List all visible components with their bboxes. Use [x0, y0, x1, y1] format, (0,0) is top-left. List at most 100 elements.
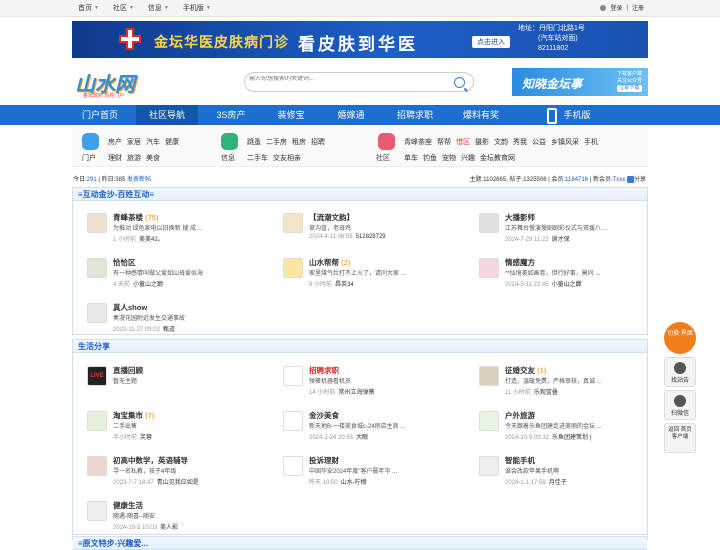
category-link[interactable]: 交友相亲	[273, 155, 301, 162]
forum-name[interactable]: 【流潮文韵】	[309, 213, 354, 222]
forum-item[interactable]: 大播影师 江苏舞台慢演慢剧剧彩仪式与双援八 ... 2024-7-29 11:22…	[465, 207, 650, 247]
section-title[interactable]: 生活分享	[73, 340, 647, 353]
forum-latest-post[interactable]: 江苏舞台慢演慢剧剧彩仪式与双援八 ...	[505, 223, 645, 232]
forum-item[interactable]: 青峰茶楼 (75) 为推动 绿色家电以旧换新 搜 成 ... 1 小时前 美美42。	[73, 207, 258, 247]
forum-last-user[interactable]: 谢才保	[552, 237, 570, 243]
forum-item[interactable]: 金沙美食 新天地B-一楼美食城c-24房店主商 ... 2024-2-24 20:…	[269, 405, 454, 445]
category-link[interactable]: 理财	[108, 155, 122, 162]
forum-icon[interactable]: LIVE	[87, 366, 107, 386]
forum-icon[interactable]	[87, 258, 107, 278]
forum-icon[interactable]	[87, 456, 107, 476]
category-link[interactable]: 二手车	[247, 155, 268, 162]
login-link[interactable]: 登录	[610, 3, 622, 12]
forum-last-user[interactable]: 512828729	[356, 234, 386, 240]
forum-latest-post[interactable]: 寻一名私教，孩子4年级	[113, 466, 253, 475]
forum-item[interactable]: 投诉理财 中国华安2024年度"客户晨年华 ... 昨天 10:50 山水-柠檬	[269, 450, 454, 490]
section-title[interactable]: ≡原文特步-兴趣爱...	[73, 537, 647, 550]
forum-item[interactable]: 初高中数学，英语辅导 寻一名私教，孩子4年级 2023-7-7 18:47 青山见我…	[73, 450, 258, 490]
forum-icon[interactable]	[479, 456, 499, 476]
category-link[interactable]: 摄影	[475, 139, 489, 146]
forum-latest-post[interactable]: 随遇-随喜--随安	[113, 511, 253, 520]
forum-latest-post[interactable]: 今天跟着乐鱼团建走进美丽的金坛 ...	[505, 421, 645, 430]
forum-icon[interactable]	[479, 213, 499, 233]
forum-last-user[interactable]: 山水-柠檬	[341, 480, 367, 486]
forum-name[interactable]: 真人show	[113, 303, 147, 312]
forum-item[interactable]: 户外旅游 今天跟着乐鱼团建走进美丽的金坛 ... 2024-10-9 09:32 乐…	[465, 405, 650, 445]
category-link[interactable]: 租房	[292, 139, 306, 146]
forum-last-user[interactable]: 昌英34	[335, 282, 354, 288]
share-link[interactable]: 分享	[634, 177, 646, 183]
forum-item[interactable]: LIVE 直播回顾 暂无主题	[73, 360, 258, 400]
search-icon[interactable]	[454, 77, 465, 88]
site-logo[interactable]: 山水网 金坛政府 百姓门户	[73, 68, 143, 102]
forum-icon[interactable]	[479, 258, 499, 278]
forum-latest-post[interactable]: 草沟蓝，老母鸡	[309, 223, 449, 232]
category-link[interactable]: 健康	[165, 139, 179, 146]
newest-member-link[interactable]: Txxx	[613, 177, 626, 183]
forum-latest-post[interactable]: 中国华安2024年度"客户晨年华 ...	[309, 466, 449, 475]
forum-name[interactable]: 淘宝集市	[113, 411, 143, 420]
forum-last-user[interactable]: 小童山之巅	[133, 282, 163, 288]
banner-ad[interactable]: 金坛华医皮肤病门诊 看皮肤到华医 点击进入 地址：丹阳门北路1号 (汽车站对面)…	[72, 21, 648, 58]
banner-enter-button[interactable]: 点击进入	[472, 36, 510, 48]
forum-name[interactable]: 投诉理财	[309, 456, 339, 465]
category-link[interactable]: 招聘	[311, 139, 325, 146]
forum-last-user[interactable]: 青山见我应如是	[157, 480, 199, 486]
category-link[interactable]: 手机	[584, 139, 598, 146]
forum-last-user[interactable]: 乐鱼团建策划 (	[552, 435, 592, 441]
forum-item[interactable]: 智能手机 谁会改款苹果手机啊 2024-1-1 17:59 月佳子	[465, 450, 650, 490]
forum-icon[interactable]	[283, 258, 303, 278]
forum-latest-post[interactable]: **仙境美如画卷，但行好事，莫问 ...	[505, 268, 645, 277]
forum-name[interactable]: 征婚交友	[505, 366, 535, 375]
forum-icon[interactable]	[87, 411, 107, 431]
category-link[interactable]: 汽车	[146, 139, 160, 146]
forum-latest-post[interactable]: 家里煤气灶打不上火了，请问大家 ...	[309, 268, 449, 277]
forum-latest-post[interactable]: 奏漫花园附近发生交通事故	[113, 313, 253, 322]
forum-icon[interactable]	[87, 501, 107, 521]
forum-last-user[interactable]: 甄道	[163, 327, 175, 333]
forum-name[interactable]: 初高中数学，英语辅导	[113, 456, 188, 465]
forum-latest-post[interactable]: 弹簧机器看机员	[309, 376, 449, 385]
forum-item[interactable]: 恰恰区 有一种感情叫做父爱如山母爱似海 4 天前 小童山之巅	[73, 252, 258, 292]
forum-last-user[interactable]: 常州立海弹簧	[338, 390, 374, 396]
forum-name[interactable]: 大播影师	[505, 213, 535, 222]
top-nav-home[interactable]: 首页 ▼	[78, 3, 99, 13]
forum-latest-post[interactable]: 暂无主题	[113, 376, 253, 385]
scan-wechat-button[interactable]: 扫微信	[664, 390, 696, 420]
section-title[interactable]: ≡互动金沙-百姓互动≡	[73, 188, 647, 201]
forum-item[interactable]: 健康生活 随遇-随喜--随安 2024-10-5 10:03 美人影	[73, 495, 258, 535]
category-link[interactable]: 公益	[532, 139, 546, 146]
forum-item[interactable]: 真人show 奏漫花园附近发生交通事故 2023-11-27 09:02 甄道	[73, 297, 258, 337]
forum-icon[interactable]	[87, 213, 107, 233]
forum-item[interactable]: 情感魔方 **仙境美如画卷，但行好事，莫问 ... 2024-5-11 23:45…	[465, 252, 650, 292]
nav-community[interactable]: 社区导航	[136, 105, 198, 125]
forum-icon[interactable]	[283, 213, 303, 233]
forum-latest-post[interactable]: 二手出售	[113, 421, 253, 430]
forum-last-user[interactable]: 月佳子	[549, 480, 567, 486]
category-link[interactable]: 房产	[108, 139, 122, 146]
nav-tips-reward[interactable]: 爆料有奖	[454, 105, 508, 125]
category-link[interactable]: 钓鱼	[423, 155, 437, 162]
forum-name[interactable]: 智能手机	[505, 456, 535, 465]
category-link-active[interactable]: 惜区	[456, 139, 470, 146]
forum-latest-post[interactable]: 谁会改款苹果手机啊	[505, 466, 645, 475]
forum-name[interactable]: 山水帮帮	[309, 258, 339, 267]
forum-name[interactable]: 金沙美食	[309, 411, 339, 420]
category-link[interactable]: 兴趣	[461, 155, 475, 162]
forum-name[interactable]: 招聘求职	[309, 366, 339, 375]
forum-item[interactable]: 淘宝集市 (7) 二手出售 半小时前 芙蓉	[73, 405, 258, 445]
forum-name[interactable]: 直播回顾	[113, 366, 143, 375]
forum-last-user[interactable]: 乐观篮叠	[534, 390, 558, 396]
top-nav-info[interactable]: 信息 ▼	[148, 3, 169, 13]
post-new-link[interactable]: 发表新帖	[127, 177, 151, 183]
top-nav-mobile[interactable]: 手机版 ▼	[183, 3, 211, 13]
forum-last-user[interactable]: 芙蓉	[140, 435, 152, 441]
forum-last-user[interactable]: 大眼	[356, 435, 368, 441]
forum-last-user[interactable]: 美美42。	[139, 237, 164, 243]
nav-3s-realestate[interactable]: 3S房产	[206, 105, 256, 125]
category-link[interactable]: 旅游	[127, 155, 141, 162]
forum-last-user[interactable]: 小童山之巅	[552, 282, 582, 288]
category-link[interactable]: 跳蚤	[247, 139, 261, 146]
nav-mobile[interactable]: 手机版	[528, 105, 610, 125]
forum-name[interactable]: 恰恰区	[113, 258, 136, 267]
